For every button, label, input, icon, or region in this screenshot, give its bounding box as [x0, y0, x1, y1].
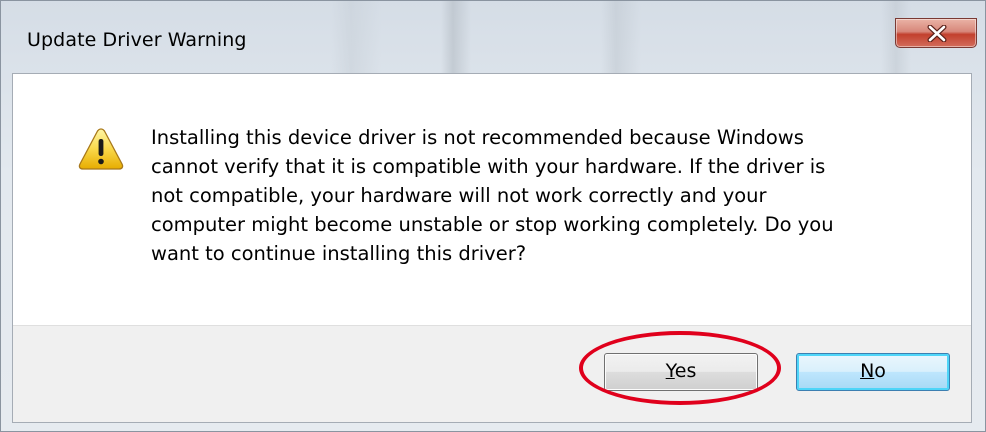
warning-message: Installing this device driver is not rec… [151, 123, 891, 268]
dialog-title: Update Driver Warning [27, 29, 247, 51]
dialog-window: Update Driver Warning Installing this de… [0, 0, 986, 432]
no-accelerator: N [860, 360, 875, 382]
close-button[interactable] [895, 18, 977, 48]
no-button[interactable]: No [796, 353, 950, 391]
message-line: cannot verify that it is compatible with… [151, 155, 826, 178]
yes-label: es [674, 360, 697, 382]
yes-button[interactable]: Yes [604, 353, 758, 391]
message-line: not compatible, your hardware will not w… [151, 184, 767, 207]
yes-accelerator: Y [665, 360, 675, 382]
no-label: o [874, 360, 886, 382]
warning-icon [78, 127, 124, 175]
message-line: want to continue installing this driver? [151, 242, 527, 265]
message-line: Installing this device driver is not rec… [151, 126, 804, 149]
message-line: computer might become unstable or stop w… [151, 213, 834, 236]
dialog-body: Installing this device driver is not rec… [12, 73, 972, 423]
close-icon [927, 25, 947, 42]
